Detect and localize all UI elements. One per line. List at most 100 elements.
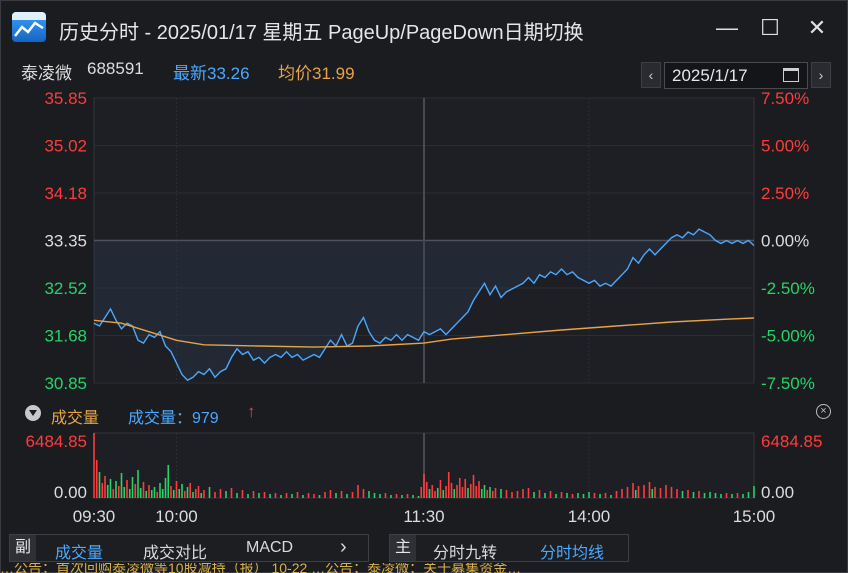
close-circle-icon[interactable]: ×: [816, 404, 831, 419]
sub-item-volume[interactable]: 成交量: [55, 539, 103, 563]
volume-bar: [486, 489, 489, 498]
volume-bar: [214, 491, 216, 498]
volume-bar: [236, 492, 238, 498]
volume-bar: [632, 482, 634, 498]
volume-bar: [241, 489, 244, 498]
volume-bar: [93, 433, 95, 498]
volume-bar: [189, 482, 192, 498]
volume-bar: [475, 485, 478, 498]
volume-bar: [527, 487, 530, 498]
arrow-up-icon: ↑: [247, 402, 256, 421]
volume-bar: [291, 493, 293, 498]
volume-bar: [346, 493, 348, 498]
volume-tick-label: 6484.85: [26, 432, 87, 451]
volume-bar: [472, 474, 475, 498]
time-tick-label: 15:00: [733, 507, 776, 526]
volume-bar: [137, 469, 139, 498]
volume-bar: [720, 493, 722, 498]
sub-item-macd[interactable]: MACD: [246, 539, 293, 557]
volume-bar: [156, 491, 159, 498]
volume-bar: [126, 479, 128, 498]
pct-tick-label: 2.50%: [761, 184, 809, 203]
volume-bar: [654, 486, 656, 498]
volume-bar: [170, 485, 172, 498]
volume-bar: [335, 492, 337, 498]
volume-bar: [687, 489, 689, 498]
volume-bar: [318, 494, 321, 498]
volume-bar: [274, 492, 277, 498]
chart-canvas[interactable]: 35.85 7.50% 35.02 5.00% 34.18 2.50% 33.35 0.00%…: [1, 87, 847, 529]
close-icon: ✕: [807, 15, 827, 40]
volume-bar: [390, 494, 392, 498]
stock-name: 泰凌微: [21, 64, 72, 83]
volume-bar: [197, 485, 200, 498]
title-bar[interactable]: 历史分时 - 2025/01/17 星期五 PageUp/PageDown日期切…: [1, 1, 847, 53]
volume-bar: [637, 485, 640, 498]
volume-bar: [384, 492, 387, 498]
volume-tick-label: 6484.85: [761, 432, 822, 451]
chevron-left-icon: ‹: [648, 67, 654, 83]
volume-bar: [368, 490, 370, 498]
calendar-icon[interactable]: [783, 68, 799, 82]
next-date-button[interactable]: ›: [811, 62, 831, 88]
main-tag: 主: [390, 535, 416, 561]
sub-item-volume-compare[interactable]: 成交对比: [143, 539, 207, 563]
average-price: 均价31.99: [278, 64, 355, 83]
chevron-right-icon: ›: [818, 67, 824, 83]
volume-bar: [450, 482, 453, 498]
volume-bar: [621, 488, 623, 498]
main-item-avg-line[interactable]: 分时均线: [540, 539, 604, 563]
price-tick-label: 32.52: [44, 279, 87, 298]
collapse-dropdown-icon[interactable]: [25, 405, 41, 421]
volume-bar: [436, 487, 439, 498]
pct-tick-label: -5.00%: [761, 327, 815, 346]
pct-tick-label: 5.00%: [761, 137, 809, 156]
volume-bar: [428, 488, 431, 498]
volume-bar: [634, 489, 637, 498]
volume-bar: [167, 464, 170, 498]
date-value: 2025/1/17: [672, 66, 748, 85]
volume-bar: [112, 488, 115, 498]
volume-bar: [175, 480, 178, 498]
price-tick-label: 35.85: [44, 89, 87, 108]
volume-bar: [181, 483, 183, 498]
volume-bar: [447, 471, 450, 498]
main-item-nine-turn[interactable]: 分时九转: [433, 539, 497, 563]
volume-bar: [208, 486, 211, 498]
prev-date-button[interactable]: ‹: [641, 62, 661, 88]
volume-bar: [500, 488, 502, 498]
price-tick-label: 33.35: [44, 232, 87, 251]
volume-bar: [183, 490, 186, 498]
volume-bar: [406, 493, 409, 498]
volume-bar: [296, 491, 299, 498]
volume-bar: [194, 488, 197, 498]
volume-bar: [549, 490, 552, 498]
close-button[interactable]: ✕: [803, 15, 831, 41]
date-picker[interactable]: 2025/1/17: [664, 62, 808, 89]
maximize-button[interactable]: ☐: [756, 15, 784, 41]
volume-header: 成交量 成交量：979 ↑ ×: [1, 399, 847, 427]
sub-tag: 副: [10, 535, 36, 561]
minimize-button[interactable]: —: [713, 15, 741, 41]
volume-bar: [269, 493, 271, 498]
volume-bar: [280, 494, 282, 498]
volume-bar: [593, 492, 596, 498]
volume-indicator-label[interactable]: 成交量: [51, 404, 99, 428]
volume-bar: [753, 485, 755, 498]
volume-bar: [263, 491, 266, 498]
volume-bar: [329, 489, 332, 498]
volume-bar: [538, 489, 541, 498]
volume-bar: [324, 491, 326, 498]
volume-bar: [362, 488, 365, 498]
volume-bar: [461, 486, 464, 498]
volume-bar: [626, 486, 629, 498]
volume-bar: [494, 487, 497, 498]
volume-bar: [139, 487, 142, 498]
pct-tick-label: -7.50%: [761, 374, 815, 393]
volume-bar: [101, 482, 104, 498]
timeshare-chart[interactable]: 35.85 7.50% 35.02 5.00% 34.18 2.50% 33.35 0.00%…: [1, 87, 847, 529]
volume-bar: [351, 491, 354, 498]
volume-bar: [698, 490, 700, 498]
chevron-right-icon[interactable]: ›: [340, 536, 347, 559]
volume-bar: [599, 493, 601, 498]
